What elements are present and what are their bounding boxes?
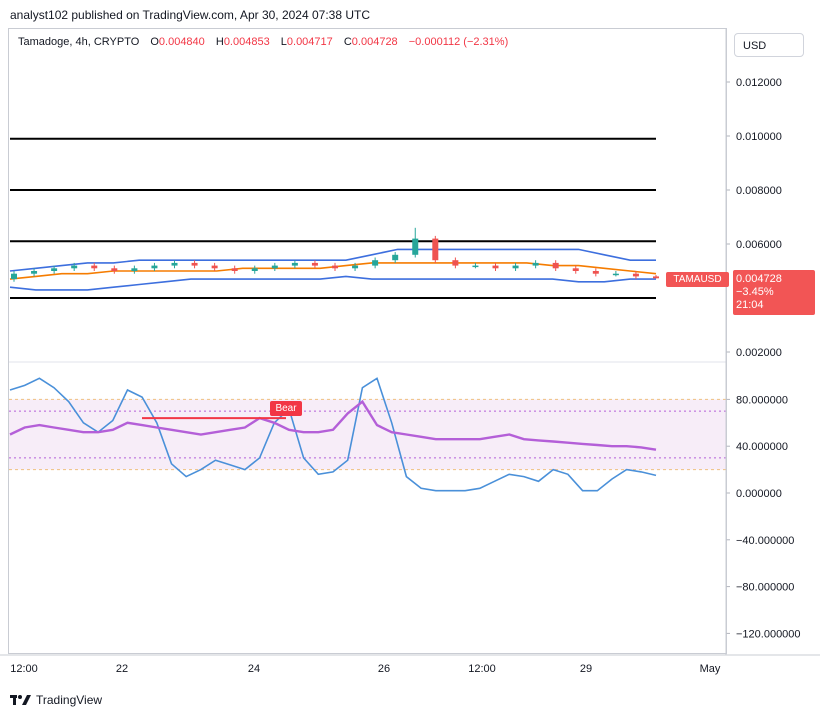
tradingview-logo[interactable]: TradingView: [10, 693, 102, 707]
candle-body: [251, 268, 258, 271]
symbol-price-tag: TAMAUSD: [666, 272, 729, 287]
candle-body: [91, 265, 98, 269]
candle-body: [472, 265, 479, 268]
last-price: 0.004728: [736, 273, 782, 285]
candle-body: [211, 265, 218, 269]
oscillator-axis-tick-label: 40.000000: [736, 441, 788, 453]
price-axis-tick-label: 0.006000: [736, 239, 782, 251]
candle-body: [572, 268, 579, 271]
time-axis-tick-label: 29: [580, 663, 592, 675]
candle-body: [552, 262, 559, 269]
bear-signal-tag: Bear: [270, 401, 302, 416]
price-chart-svg[interactable]: 0.012000 0.010000 0.008000 0.006000 0.002000…: [0, 0, 820, 718]
candle-body: [71, 265, 78, 269]
candle-body: [512, 265, 519, 269]
oscillator-axis-tick-label: −40.000000: [736, 535, 794, 547]
candle-body: [171, 262, 178, 266]
candle-body: [291, 262, 298, 266]
lower-band-line: [9, 275, 656, 291]
candle-body: [372, 260, 379, 266]
last-price-change: −3.45%: [736, 286, 774, 298]
candle-body: [352, 265, 359, 269]
time-axis-tick-label: 12:00: [10, 663, 38, 675]
candle-body: [392, 254, 399, 261]
candle-body: [653, 276, 659, 279]
price-axis-tick-label: 0.012000: [736, 77, 782, 89]
bar-countdown: 21:04: [736, 299, 764, 311]
candle-body: [231, 268, 238, 271]
last-price-tag: 0.004728 −3.45% 21:04: [733, 270, 815, 315]
tradingview-logo-icon: [10, 695, 31, 705]
candle-body: [492, 265, 499, 269]
price-axis-tick-label: 0.008000: [736, 185, 782, 197]
candle-body: [592, 271, 599, 274]
candle-body: [51, 268, 58, 271]
tradingview-logo-text: TradingView: [36, 693, 103, 707]
oscillator-axis-tick-label: −80.000000: [736, 582, 794, 594]
oscillator-axis-tick-label: −120.000000: [736, 628, 801, 640]
candle-body: [111, 268, 118, 271]
candle-body: [311, 262, 318, 266]
time-axis-tick-label: 22: [116, 663, 128, 675]
candle-body: [532, 262, 539, 266]
candle-body: [452, 260, 459, 266]
candle-body: [271, 265, 278, 269]
candle-body: [612, 273, 619, 276]
time-axis-tick-label: 24: [248, 663, 260, 675]
candle-body: [412, 238, 419, 255]
price-axis-tick-label: 0.010000: [736, 131, 782, 143]
basis-line: [9, 262, 657, 280]
oscillator-axis-tick-label: 80.000000: [736, 394, 788, 406]
candle-body: [151, 265, 158, 269]
candle-body: [432, 238, 439, 261]
candle-body: [632, 273, 639, 277]
time-axis-tick-label: 12:00: [468, 663, 496, 675]
time-axis-tick-label: 26: [378, 663, 390, 675]
candle-body: [31, 271, 38, 274]
price-axis-tick-label: 0.002000: [736, 347, 782, 359]
candle-body: [332, 265, 338, 269]
candle-body: [131, 268, 138, 271]
oscillator-axis-tick-label: 0.000000: [736, 488, 782, 500]
candle-body: [191, 262, 198, 266]
time-axis-tick-label: May: [700, 663, 721, 675]
candle-body: [11, 273, 17, 280]
